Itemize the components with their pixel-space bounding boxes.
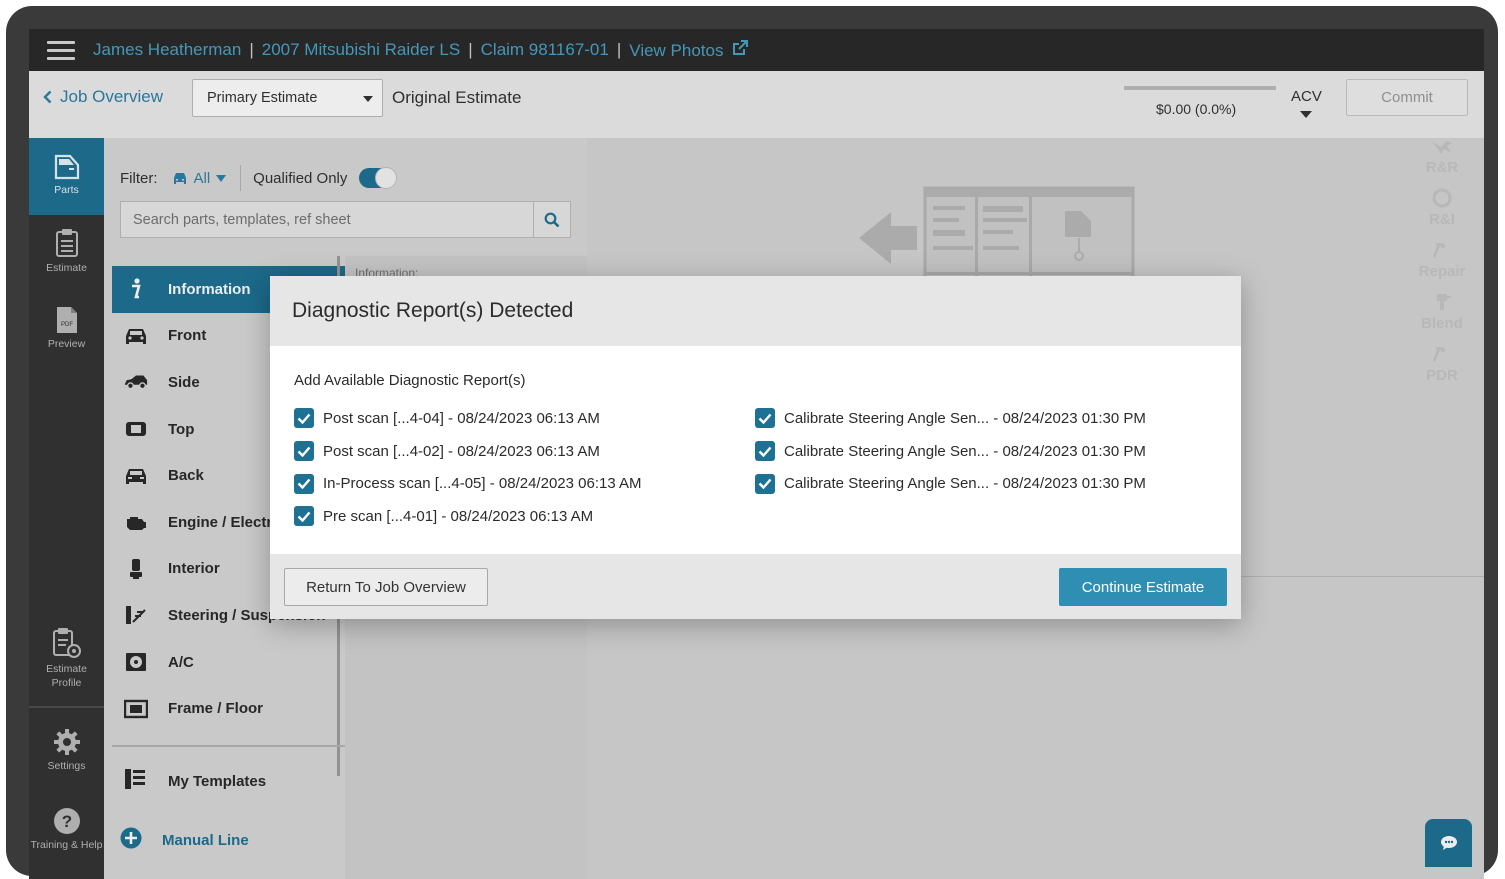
report-label: Post scan [...4-04] - 08/24/2023 06:13 A… [323, 409, 600, 427]
report-item: Calibrate Steering Angle Sen... - 08/24/… [755, 435, 1146, 468]
check-icon [758, 446, 772, 457]
modal-title: Diagnostic Report(s) Detected [292, 299, 574, 322]
modal-body: Add Available Diagnostic Report(s) Post … [270, 346, 1241, 554]
device-frame: James Heatherman | 2007 Mitsubishi Raide… [6, 6, 1498, 879]
modal-header: Diagnostic Report(s) Detected [270, 276, 1241, 346]
diagnostic-report-modal: Diagnostic Report(s) Detected Add Availa… [270, 276, 1241, 619]
modal-footer: Return To Job Overview Continue Estimate [270, 554, 1241, 619]
check-icon [758, 413, 772, 424]
report-label: Pre scan [...4-01] - 08/24/2023 06:13 AM [323, 507, 594, 525]
modal-subtitle: Add Available Diagnostic Report(s) [294, 372, 526, 389]
checkbox-checked[interactable] [294, 441, 314, 462]
report-label: Post scan [...4-02] - 08/24/2023 06:13 A… [323, 442, 600, 460]
report-item: Post scan [...4-04] - 08/24/2023 06:13 A… [294, 402, 642, 435]
report-label: Calibrate Steering Angle Sen... - 08/24/… [784, 409, 1146, 427]
check-icon [297, 413, 311, 424]
app-screen: James Heatherman | 2007 Mitsubishi Raide… [29, 29, 1484, 879]
checkbox-checked[interactable] [755, 473, 775, 494]
check-icon [297, 446, 311, 457]
report-item: In-Process scan [...4-05] - 08/24/2023 0… [294, 467, 642, 500]
checkbox-checked[interactable] [755, 441, 775, 462]
check-icon [297, 478, 311, 490]
checkbox-checked[interactable] [755, 408, 775, 429]
report-item: Calibrate Steering Angle Sen... - 08/24/… [755, 402, 1146, 435]
report-item: Post scan [...4-02] - 08/24/2023 06:13 A… [294, 435, 642, 468]
checkbox-checked[interactable] [294, 408, 314, 429]
report-label: Calibrate Steering Angle Sen... - 08/24/… [784, 475, 1146, 493]
checkbox-checked[interactable] [294, 506, 314, 527]
report-list-right: Calibrate Steering Angle Sen... - 08/24/… [755, 402, 1146, 500]
report-list-left: Post scan [...4-04] - 08/24/2023 06:13 A… [294, 402, 642, 533]
checkbox-checked[interactable] [294, 473, 314, 494]
continue-estimate-button[interactable]: Continue Estimate [1059, 568, 1227, 606]
report-item: Calibrate Steering Angle Sen... - 08/24/… [755, 467, 1146, 500]
return-to-job-overview-button[interactable]: Return To Job Overview [284, 568, 488, 606]
report-label: In-Process scan [...4-05] - 08/24/2023 0… [323, 475, 642, 493]
report-item: Pre scan [...4-01] - 08/24/2023 06:13 AM [294, 500, 642, 533]
report-label: Calibrate Steering Angle Sen... - 08/24/… [784, 442, 1146, 460]
check-icon [297, 511, 311, 522]
check-icon [758, 478, 772, 490]
